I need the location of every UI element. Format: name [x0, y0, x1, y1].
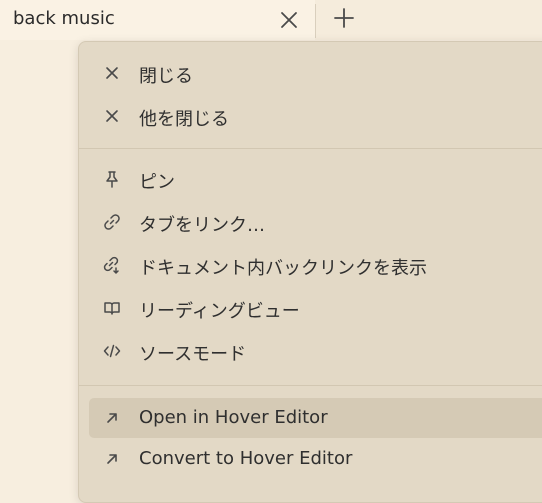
- code-icon: [103, 342, 121, 360]
- menu-item-pin[interactable]: ピン: [89, 162, 542, 196]
- tab-context-menu: 閉じる 他を閉じる ピン タブをリンク… ドキュメント内バックリンクを表示 リー…: [78, 41, 542, 503]
- tab-divider: [315, 4, 316, 38]
- menu-item-link-tab[interactable]: タブをリンク…: [89, 205, 542, 239]
- menu-item-label: 他を閉じる: [139, 109, 229, 130]
- menu-item-show-backlinks[interactable]: ドキュメント内バックリンクを表示: [89, 248, 542, 282]
- menu-item-label: Convert to Hover Editor: [139, 448, 353, 469]
- tab-back-music[interactable]: back music: [0, 0, 315, 40]
- menu-item-label: Open in Hover Editor: [139, 407, 328, 428]
- menu-item-convert-to-hover-editor[interactable]: Convert to Hover Editor: [89, 442, 542, 476]
- link-icon: [103, 213, 121, 231]
- menu-separator: [79, 385, 542, 386]
- plus-icon[interactable]: [332, 6, 356, 30]
- close-icon[interactable]: [278, 9, 300, 31]
- menu-item-close-others[interactable]: 他を閉じる: [89, 99, 542, 133]
- menu-item-reading-view[interactable]: リーディングビュー: [89, 291, 542, 325]
- arrow-up-right-icon: [103, 409, 121, 427]
- menu-item-label: 閉じる: [139, 66, 193, 87]
- menu-item-label: ドキュメント内バックリンクを表示: [139, 258, 427, 279]
- book-open-icon: [103, 299, 121, 317]
- menu-separator: [79, 148, 542, 149]
- x-icon: [103, 64, 121, 82]
- tab-title: back music: [13, 8, 115, 29]
- menu-item-close[interactable]: 閉じる: [89, 56, 542, 90]
- menu-item-source-mode[interactable]: ソースモード: [89, 334, 542, 368]
- menu-item-label: リーディングビュー: [139, 301, 300, 322]
- tab-bar: back music: [0, 0, 542, 40]
- arrow-up-right-icon: [103, 450, 121, 468]
- menu-item-label: ピン: [139, 172, 175, 193]
- menu-item-label: ソースモード: [139, 344, 247, 365]
- menu-item-label: タブをリンク…: [139, 215, 265, 236]
- x-icon: [103, 107, 121, 125]
- backlink-icon: [103, 256, 121, 274]
- menu-item-open-in-hover-editor[interactable]: Open in Hover Editor: [89, 398, 542, 438]
- pin-icon: [103, 170, 121, 188]
